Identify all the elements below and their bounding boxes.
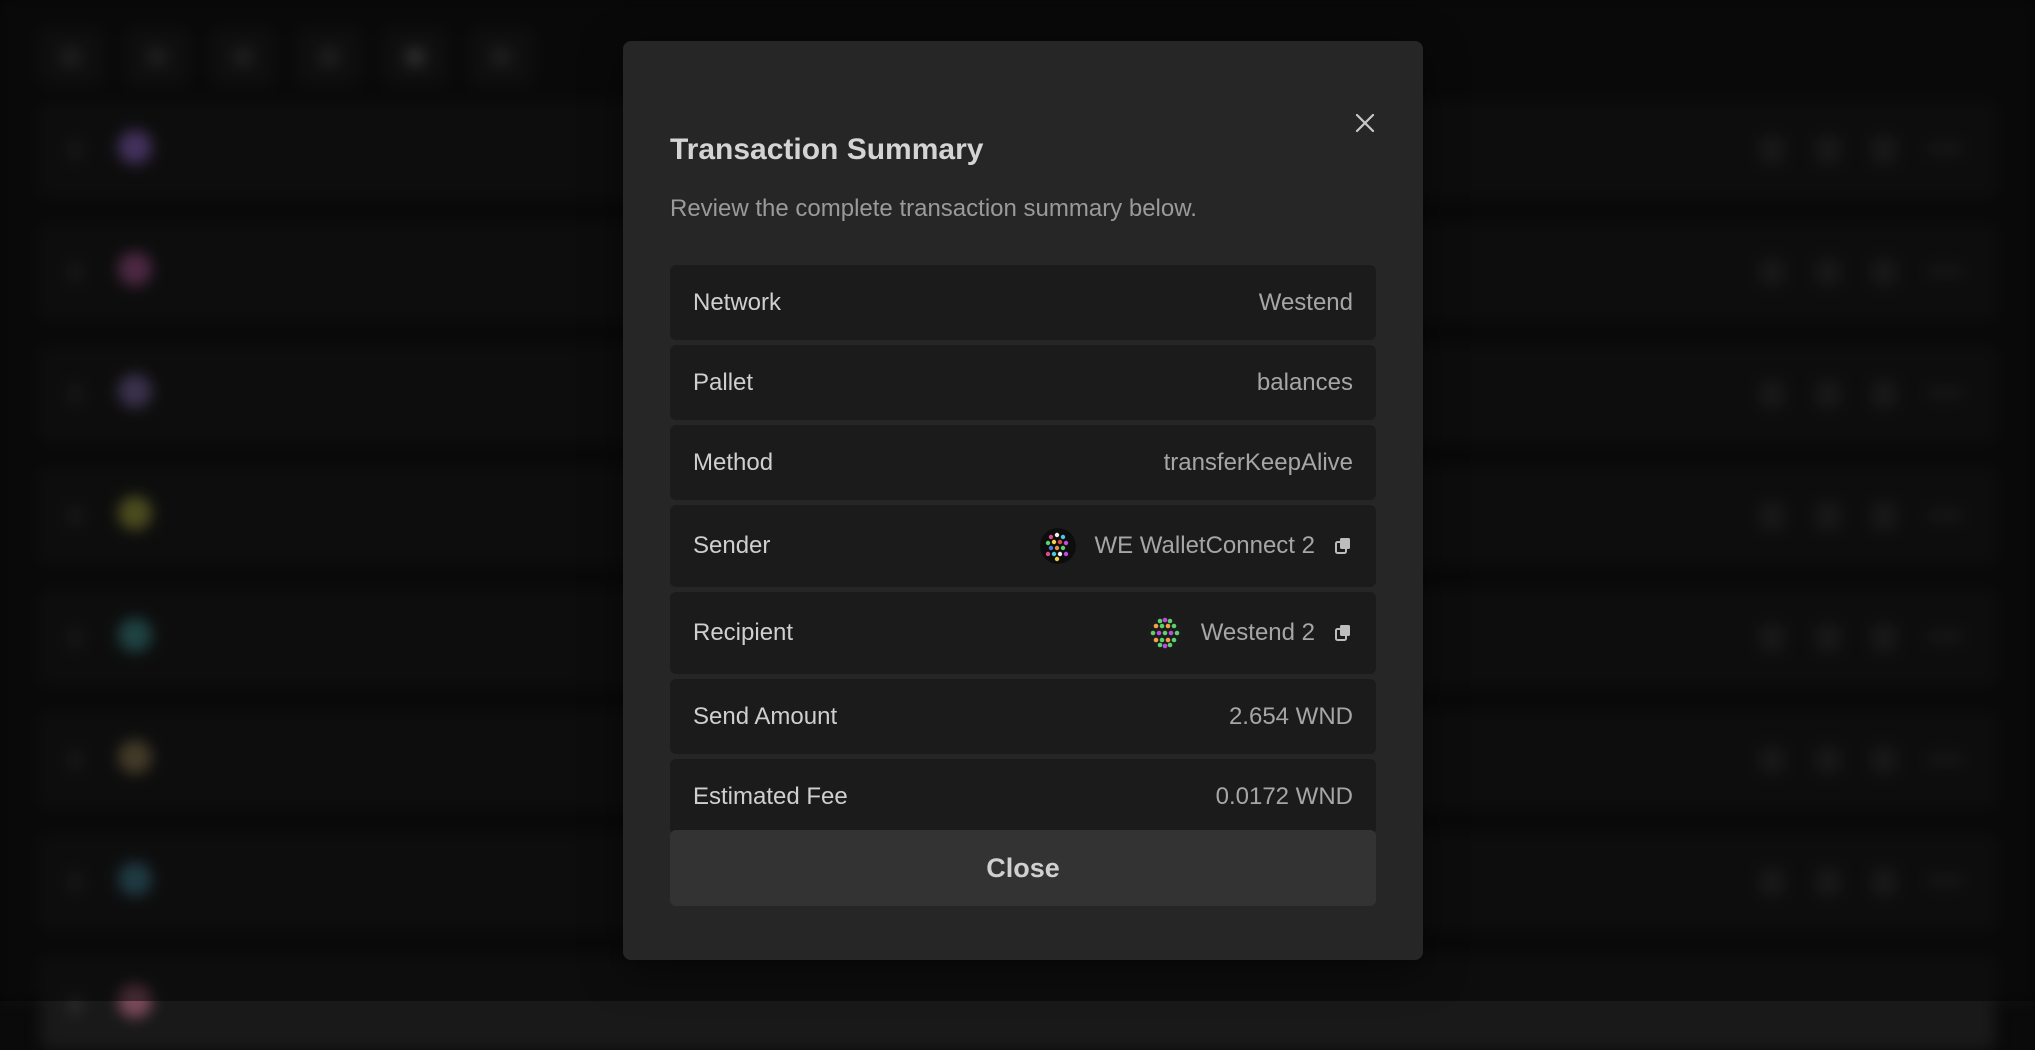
summary-row-network: Network Westend bbox=[670, 265, 1376, 340]
summary-row-estimated-fee: Estimated Fee 0.0172 WND bbox=[670, 759, 1376, 834]
sender-avatar-icon bbox=[1040, 528, 1077, 564]
sender-value-group: WE WalletConnect 2 bbox=[1040, 528, 1353, 564]
sender-name: WE WalletConnect 2 bbox=[1094, 532, 1315, 559]
pallet-label: Pallet bbox=[693, 368, 754, 396]
close-button[interactable]: Close bbox=[670, 830, 1376, 906]
send-amount-value: 2.654 WND bbox=[1228, 702, 1353, 730]
copy-icon[interactable] bbox=[1333, 623, 1353, 643]
estimated-fee-value: 0.0172 WND bbox=[1215, 782, 1353, 810]
summary-row-send-amount: Send Amount 2.654 WND bbox=[670, 679, 1376, 754]
summary-row-pallet: Pallet balances bbox=[670, 345, 1376, 420]
summary-row-method: Method transferKeepAlive bbox=[670, 425, 1376, 500]
sender-label: Sender bbox=[693, 532, 771, 559]
recipient-label: Recipient bbox=[693, 619, 794, 646]
transaction-summary-dialog: Transaction Summary Review the complete … bbox=[623, 41, 1423, 960]
method-label: Method bbox=[693, 448, 774, 476]
recipient-name: Westend 2 bbox=[1200, 619, 1315, 646]
dialog-title: Transaction Summary bbox=[670, 133, 984, 166]
recipient-avatar-icon bbox=[1146, 615, 1183, 651]
estimated-fee-label: Estimated Fee bbox=[693, 782, 848, 810]
pallet-value: balances bbox=[1256, 368, 1353, 396]
close-icon[interactable] bbox=[1351, 109, 1379, 137]
dialog-description: Review the complete transaction summary … bbox=[670, 195, 1197, 222]
recipient-value-group: Westend 2 bbox=[1146, 615, 1353, 651]
send-amount-label: Send Amount bbox=[693, 702, 838, 730]
summary-row-recipient: Recipient Westend 2 bbox=[670, 592, 1376, 674]
network-value: Westend bbox=[1258, 288, 1353, 316]
summary-list: Network Westend Pallet balances Method t… bbox=[670, 265, 1376, 839]
network-label: Network bbox=[693, 288, 782, 316]
summary-row-sender: Sender WE WalletConnect 2 bbox=[670, 505, 1376, 587]
method-value: transferKeepAlive bbox=[1163, 448, 1353, 476]
copy-icon[interactable] bbox=[1333, 536, 1353, 556]
